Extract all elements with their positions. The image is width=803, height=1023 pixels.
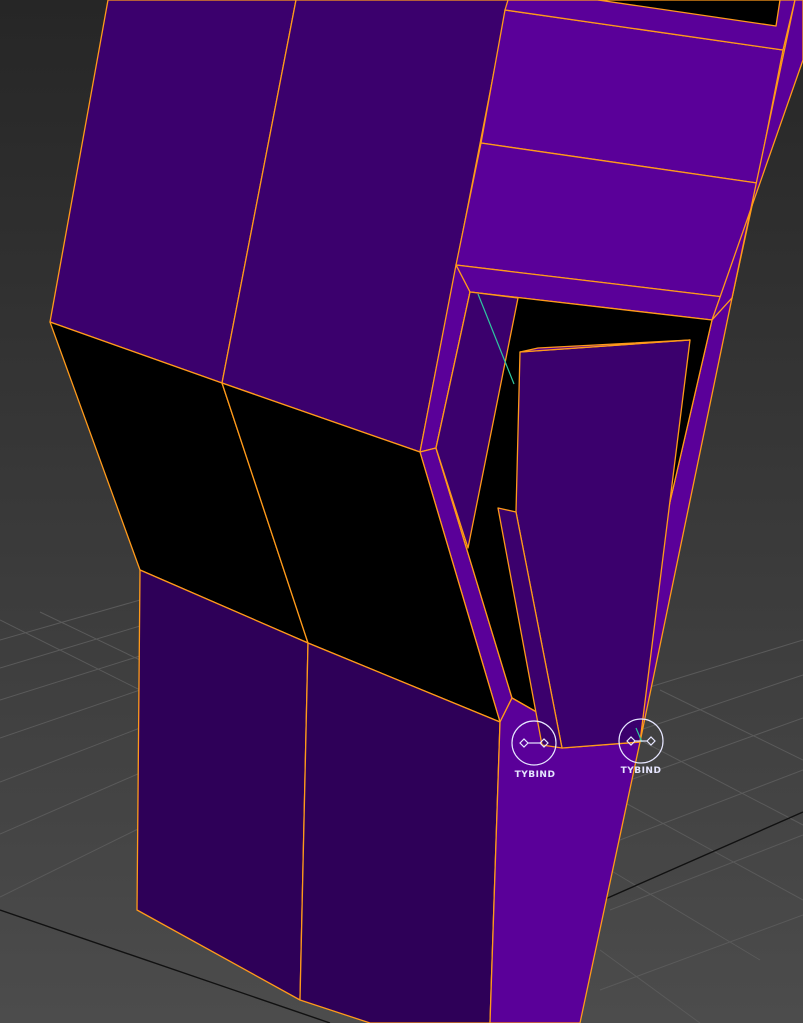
tybind-label-right: TYBIND <box>621 766 662 776</box>
tybind-label-left: TYBIND <box>515 770 556 780</box>
viewport-scene[interactable]: TYBIND TYBIND <box>0 0 803 1023</box>
3d-viewport[interactable]: TYBIND TYBIND <box>0 0 803 1023</box>
